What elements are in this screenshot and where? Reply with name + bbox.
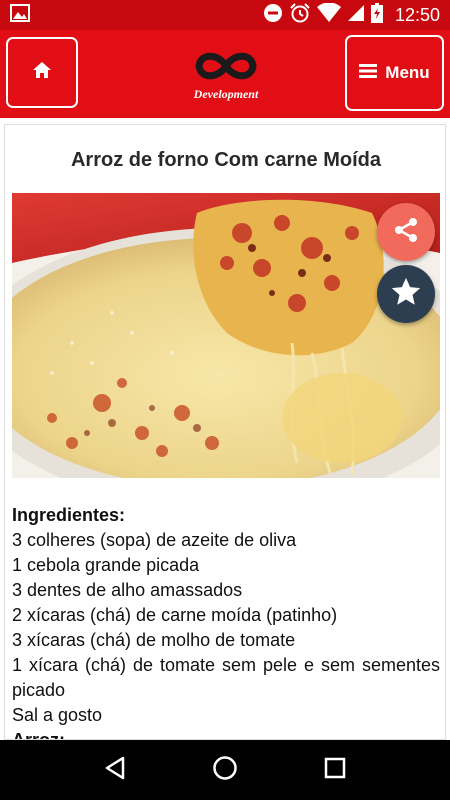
ingredient-item: 3 colheres (sopa) de azeite de oliva — [12, 530, 297, 550]
home-button[interactable] — [6, 37, 78, 108]
share-icon — [391, 215, 421, 250]
home-nav-button[interactable] — [205, 750, 245, 790]
menu-label: Menu — [385, 63, 430, 82]
star-icon — [389, 275, 423, 314]
recents-icon — [324, 757, 346, 784]
home-circle-icon — [212, 755, 238, 786]
recipe-title: Arroz de forno Com carne Moída — [70, 149, 382, 171]
ingredients-heading: Ingredientes: — [12, 505, 126, 525]
home-icon — [32, 61, 52, 84]
image-icon — [10, 3, 30, 27]
ingredient-item: 3 xícaras (chá) de molho de tomate — [12, 630, 296, 650]
ingredient-item: 3 dentes de alho amassados — [12, 580, 243, 600]
do-not-disturb-icon — [263, 3, 283, 28]
status-bar: 12:50 — [0, 0, 450, 30]
app-header: Development Menu — [0, 30, 450, 118]
favorite-button[interactable] — [377, 265, 435, 323]
ingredient-item: 1 xícara (chá) de tomate sem pele e sem … — [12, 655, 440, 700]
system-nav-bar — [0, 740, 450, 800]
wifi-icon — [316, 1, 341, 28]
back-icon — [104, 756, 126, 785]
status-time: 12:50 — [394, 4, 440, 25]
menu-button[interactable]: Menu — [345, 35, 444, 111]
battery-icon — [370, 2, 383, 28]
recipe-photo — [12, 193, 440, 478]
signal-icon — [347, 4, 365, 27]
hamburger-icon — [359, 63, 378, 83]
recipe-card: Arroz de forno Com carne Moída Ingredien… — [4, 124, 446, 740]
ingredient-item: Sal a gosto — [12, 705, 103, 725]
ingredient-item: 2 xícaras (chá) de carne moída (patinho) — [12, 605, 338, 625]
recipe-body: Ingredientes: 3 colheres (sopa) de azeit… — [12, 503, 440, 740]
alarm-icon — [289, 2, 311, 29]
rice-heading: Arroz: — [12, 730, 65, 740]
app-logo: Development — [186, 46, 266, 106]
back-button[interactable] — [95, 750, 135, 790]
logo-text: Development — [193, 87, 259, 101]
recents-button[interactable] — [315, 750, 355, 790]
share-button[interactable] — [377, 203, 435, 261]
ingredient-item: 1 cebola grande picada — [12, 555, 200, 575]
